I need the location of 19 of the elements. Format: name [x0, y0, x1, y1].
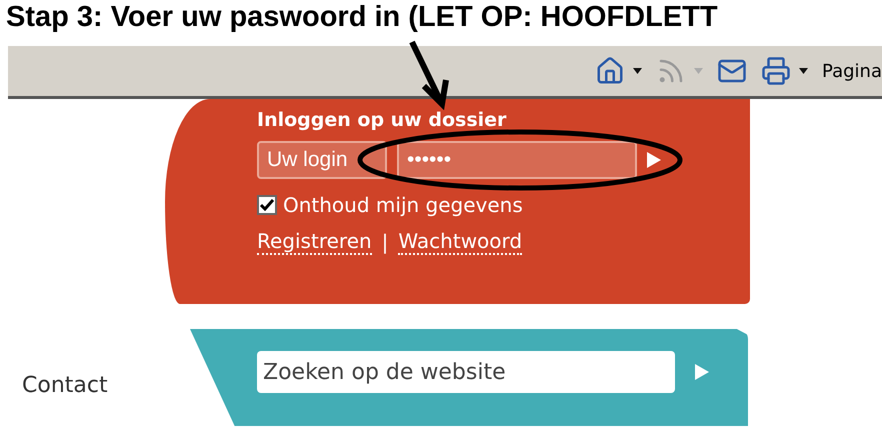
home-button[interactable] [595, 56, 642, 86]
login-field[interactable]: Uw login [257, 141, 387, 179]
contact-link[interactable]: Contact [22, 373, 190, 398]
link-separator: | [382, 230, 388, 254]
page-menu[interactable]: Pagina [822, 60, 882, 82]
instruction-caption: Stap 3: Voer uw paswoord in (LET OP: HOOFDLETT [5, 0, 719, 35]
remember-checkbox[interactable] [257, 195, 277, 215]
printer-icon [761, 56, 792, 86]
password-link[interactable]: Wachtwoord [398, 229, 522, 255]
search-field[interactable]: Zoeken op de website [257, 351, 675, 393]
house-icon [595, 56, 626, 86]
password-field[interactable]: •••••• [397, 141, 637, 179]
print-button[interactable] [761, 56, 808, 86]
register-link[interactable]: Registreren [257, 229, 372, 255]
login-title: Inloggen op uw dossier [257, 109, 508, 133]
submit-arrow-icon[interactable] [647, 152, 661, 168]
remember-label: Onthoud mijn gegevens [283, 193, 523, 217]
annotation-arrow [409, 40, 449, 110]
search-arrow-icon[interactable] [695, 364, 709, 380]
